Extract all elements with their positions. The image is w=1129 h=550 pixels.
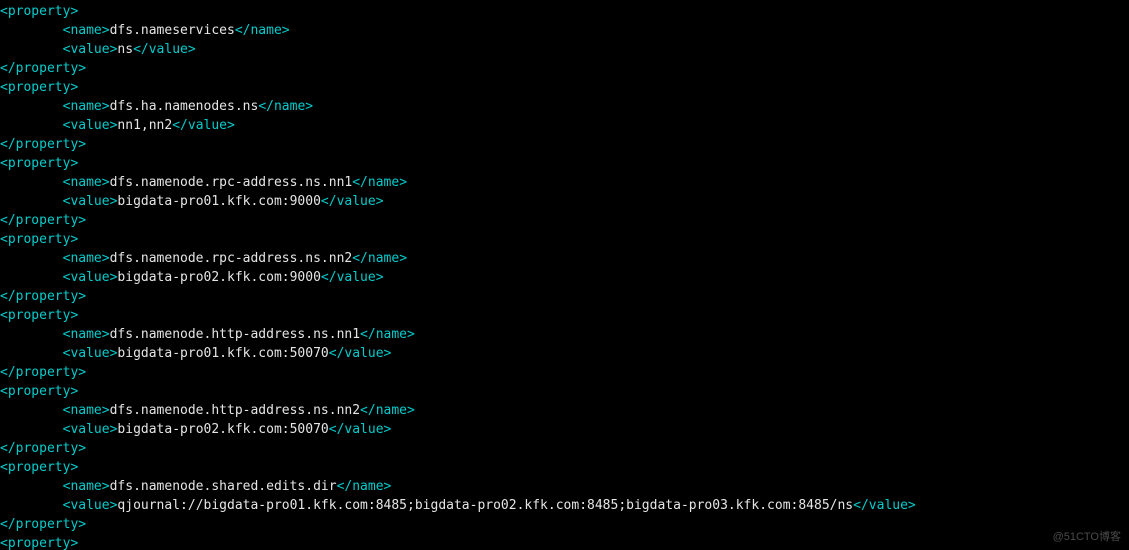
xml-open-tag: <property> xyxy=(0,308,78,323)
xml-text: bigdata-pro02.kfk.com:9000 xyxy=(117,270,321,285)
xml-close-tag: </name> xyxy=(258,99,313,114)
xml-close-tag: </name> xyxy=(360,327,415,342)
xml-close-tag: </property> xyxy=(0,441,86,456)
xml-close-tag: </name> xyxy=(352,251,407,266)
xml-text: dfs.namenode.http-address.ns.nn2 xyxy=(110,403,360,418)
xml-code-block: <property> <name>dfs.nameservices</name>… xyxy=(0,0,1129,550)
xml-close-tag: </value> xyxy=(321,270,384,285)
xml-close-tag: </property> xyxy=(0,365,86,380)
xml-text: bigdata-pro01.kfk.com:9000 xyxy=(117,194,321,209)
xml-close-tag: </property> xyxy=(0,517,86,532)
xml-open-tag: <name> xyxy=(63,479,110,494)
xml-open-tag: <property> xyxy=(0,4,78,19)
xml-close-tag: </value> xyxy=(853,498,916,513)
xml-open-tag: <name> xyxy=(63,175,110,190)
xml-text: qjournal://bigdata-pro01.kfk.com:8485;bi… xyxy=(117,498,853,513)
xml-close-tag: </property> xyxy=(0,213,86,228)
xml-open-tag: <property> xyxy=(0,156,78,171)
xml-open-tag: <name> xyxy=(63,251,110,266)
xml-text: dfs.namenode.rpc-address.ns.nn1 xyxy=(110,175,353,190)
xml-close-tag: </property> xyxy=(0,61,86,76)
xml-open-tag: <name> xyxy=(63,23,110,38)
xml-open-tag: <property> xyxy=(0,384,78,399)
xml-close-tag: </name> xyxy=(352,175,407,190)
xml-open-tag: <property> xyxy=(0,536,78,550)
xml-close-tag: </property> xyxy=(0,137,86,152)
xml-close-tag: </name> xyxy=(337,479,392,494)
xml-close-tag: </name> xyxy=(360,403,415,418)
xml-open-tag: <value> xyxy=(63,270,118,285)
xml-text: dfs.namenode.rpc-address.ns.nn2 xyxy=(110,251,353,266)
xml-text: ns xyxy=(117,42,133,57)
xml-text: dfs.namenode.http-address.ns.nn1 xyxy=(110,327,360,342)
xml-close-tag: </value> xyxy=(133,42,196,57)
xml-open-tag: <name> xyxy=(63,327,110,342)
xml-open-tag: <value> xyxy=(63,42,118,57)
xml-close-tag: </value> xyxy=(172,118,235,133)
xml-open-tag: <value> xyxy=(63,118,118,133)
xml-close-tag: </value> xyxy=(321,194,384,209)
xml-close-tag: </property> xyxy=(0,289,86,304)
xml-text: dfs.nameservices xyxy=(110,23,235,38)
xml-text: nn1,nn2 xyxy=(117,118,172,133)
xml-open-tag: <value> xyxy=(63,498,118,513)
xml-text: bigdata-pro02.kfk.com:50070 xyxy=(117,422,328,437)
xml-open-tag: <name> xyxy=(63,403,110,418)
xml-text: dfs.namenode.shared.edits.dir xyxy=(110,479,337,494)
xml-close-tag: </value> xyxy=(329,346,392,361)
xml-open-tag: <value> xyxy=(63,422,118,437)
xml-open-tag: <property> xyxy=(0,232,78,247)
xml-open-tag: <property> xyxy=(0,80,78,95)
xml-open-tag: <name> xyxy=(63,99,110,114)
xml-open-tag: <property> xyxy=(0,460,78,475)
xml-text: bigdata-pro01.kfk.com:50070 xyxy=(117,346,328,361)
xml-close-tag: </name> xyxy=(235,23,290,38)
xml-open-tag: <value> xyxy=(63,194,118,209)
xml-close-tag: </value> xyxy=(329,422,392,437)
xml-text: dfs.ha.namenodes.ns xyxy=(110,99,259,114)
xml-open-tag: <value> xyxy=(63,346,118,361)
